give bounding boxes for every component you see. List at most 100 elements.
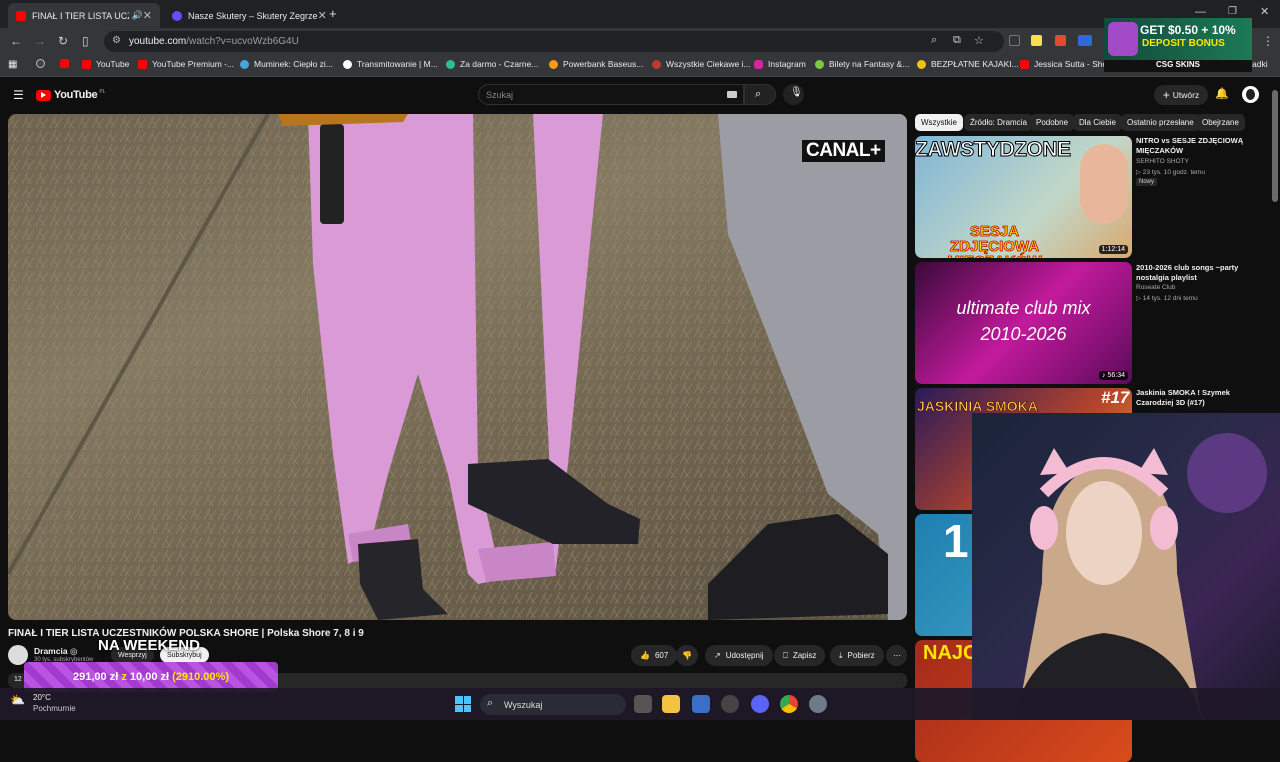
bookmark-jessica-sutta[interactable]: Jessica Sutta - Show (1020, 59, 1113, 69)
cast-icon[interactable]: ⧉ (953, 34, 961, 47)
close-window-icon[interactable]: ✕ (1260, 5, 1269, 18)
site-icon (815, 59, 824, 69)
extension-icon[interactable] (1009, 35, 1020, 46)
youtube-logo[interactable]: YouTube PL (36, 89, 105, 101)
close-tab-icon[interactable]: ✕ (143, 9, 152, 22)
voice-search-button[interactable]: 🎙 (783, 84, 804, 105)
apps-grid-icon[interactable]: ▦ (8, 59, 17, 70)
recommendation-thumbnail[interactable]: ZAWSTYDZONE SESJA ZDJĘCIOWA MIĘCZAKÓW 1:… (915, 136, 1132, 258)
sidebar-icon[interactable]: ▯ (82, 34, 89, 48)
avatar[interactable] (1242, 86, 1259, 103)
new-tab-button[interactable]: + (329, 6, 337, 21)
notifications-bell-icon[interactable]: 🔔 (1215, 87, 1229, 100)
download-button[interactable]: ⤓ Pobierz (830, 645, 884, 666)
youtube-play-icon (36, 89, 51, 101)
youtube-search-input[interactable]: Szukaj (478, 84, 744, 105)
chip-recently-uploaded[interactable]: Ostatnio przesłane (1121, 114, 1200, 131)
recommendation-channel[interactable]: SERHITO SHOTY (1136, 158, 1264, 165)
channel-watermark: CANAL+ (802, 140, 885, 162)
speaker-icon[interactable]: 🔊 (132, 10, 143, 21)
thumbs-down-icon: 👎 (682, 651, 692, 660)
hamburger-menu-icon[interactable]: ☰ (13, 88, 24, 102)
youtube-icon (82, 59, 91, 69)
discord-icon[interactable] (751, 695, 769, 713)
chip-for-you[interactable]: Dla Ciebie (1073, 114, 1122, 131)
close-tab-icon[interactable]: ✕ (318, 9, 327, 22)
back-icon[interactable]: ← (10, 34, 22, 48)
store-icon[interactable] (692, 695, 710, 713)
page-scrollbar[interactable] (1272, 90, 1278, 202)
site-favicon-icon (172, 10, 182, 21)
bookmark-icon[interactable] (36, 59, 50, 68)
chip-watched[interactable]: Obejrzane (1196, 114, 1245, 131)
bookmark-za-darmo[interactable]: Za darmo - Czarne... (446, 59, 538, 69)
download-icon: ⤓ (839, 650, 843, 660)
bookmark-icon: ⎕ (783, 650, 788, 660)
recommendation-title[interactable]: 2010-2026 club songs ~party nostalgia pl… (1136, 263, 1264, 283)
search-button[interactable]: ⌕ (744, 84, 776, 105)
bookmark-youtube[interactable]: YouTube (82, 59, 129, 69)
extension-icon[interactable] (1031, 35, 1042, 46)
bookmark-kajaki[interactable]: BEZPŁATNE KAJAKI... (917, 59, 1019, 69)
browser-tab-active[interactable]: FINAŁ I TIER LISTA UCZESTNI 🔊 ✕ (8, 3, 160, 28)
channel-name[interactable]: Dramcia ◎ (34, 646, 77, 657)
video-player[interactable]: CANAL+ (8, 114, 907, 620)
recommendation-meta: ▷ 14 tys. 12 dni temu (1136, 295, 1198, 302)
bookmark-bilety[interactable]: Bilety na Fantasy &... (815, 59, 909, 69)
weather-description[interactable]: Pochmurnie (33, 704, 76, 713)
bookmark-star-icon[interactable]: ☆ (974, 34, 984, 47)
youtube-icon (1020, 59, 1029, 69)
taskbar-search-input[interactable]: ⌕ Wyszukaj (480, 694, 626, 715)
recommendation-thumbnail[interactable]: ultimate club mix 2010-2026 ♪ 56:34 (915, 262, 1132, 384)
bookmark-powerbank[interactable]: Powerbank Baseus... (549, 59, 643, 69)
forward-icon[interactable]: → (34, 34, 46, 48)
sponsor-ad-banner[interactable]: GET $0.50 + 10% DEPOSIT BONUS CSG SKINS (1104, 18, 1252, 72)
address-bar[interactable]: ⚙ youtube.com/watch?v=ucvoWzb6G4U (104, 31, 1004, 52)
chrome-icon[interactable] (780, 695, 798, 713)
chip-similar[interactable]: Podobne (1030, 114, 1075, 131)
url-path: /watch?v=ucvoWzb6G4U (186, 36, 299, 47)
recommendation-title[interactable]: Jaskinia SMOKA ! Szymek Czarodziej 3D (#… (1136, 388, 1264, 408)
bookmark-wszystkie-ciekawe[interactable]: Wszystkie Ciekawe i... (652, 59, 751, 69)
video-duration: 1:12:14 (1098, 245, 1128, 254)
tab-title: Nasze Skutery – Skutery Zegrze (188, 10, 318, 21)
weather-temp[interactable]: 20°C (33, 693, 51, 702)
minimize-icon[interactable]: — (1195, 6, 1206, 18)
save-button[interactable]: ⎕ Zapisz (774, 645, 826, 666)
youtube-bookmark-icon[interactable] (60, 59, 74, 68)
more-actions-button[interactable]: ⋯ (886, 645, 907, 666)
chip-all[interactable]: Wszystkie (915, 114, 963, 131)
bookmark-muminek[interactable]: Muminek: Ciepło zi... (240, 59, 333, 69)
file-explorer-icon[interactable] (662, 695, 680, 713)
youtube-icon (138, 59, 147, 69)
settings-icon[interactable] (809, 695, 827, 713)
create-button[interactable]: + Utwórz (1154, 85, 1208, 105)
share-button[interactable]: ↗ Udostępnij (705, 645, 773, 666)
site-info-icon[interactable]: ⚙ (112, 35, 121, 46)
reload-icon[interactable]: ↻ (58, 34, 68, 48)
extension-icon[interactable] (1078, 35, 1092, 46)
like-button[interactable]: 👍 607 (631, 645, 678, 666)
bookmark-instagram[interactable]: Instagram (754, 59, 806, 69)
browser-tab[interactable]: Nasze Skutery – Skutery Zegrze ✕ (164, 3, 327, 28)
recommendation-channel[interactable]: Roseate Club (1136, 284, 1264, 291)
bookmark-transmitowanie[interactable]: Transmitowanie | M... (343, 59, 438, 69)
stream-overlay-text: NA WEEKEND (98, 637, 200, 654)
site-icon (549, 59, 558, 69)
browser-menu-icon[interactable]: ⋮ (1262, 34, 1274, 48)
extension-icon[interactable] (1055, 35, 1066, 46)
thumb-person (1080, 144, 1128, 224)
chip-source[interactable]: Źródło: Dramcia (964, 114, 1033, 131)
recommendation-title[interactable]: NITRO vs SESJE ZDJĘCIOWĄ MIĘCZAKÓW (1136, 136, 1264, 156)
zoom-icon[interactable]: ⌕ (931, 34, 937, 47)
streamer-webcam (972, 413, 1280, 720)
task-view-icon[interactable] (634, 695, 652, 713)
windows-start-icon[interactable] (455, 696, 471, 712)
keyboard-icon[interactable] (727, 91, 737, 98)
dislike-button[interactable]: 👎 (676, 645, 698, 666)
app-icon[interactable] (721, 695, 739, 713)
maximize-icon[interactable]: ❐ (1228, 6, 1237, 17)
bookmark-other[interactable]: adki (1252, 59, 1268, 69)
bookmark-youtube-premium[interactable]: YouTube Premium -... (138, 59, 234, 69)
weather-icon[interactable]: ⛅ (10, 693, 25, 707)
